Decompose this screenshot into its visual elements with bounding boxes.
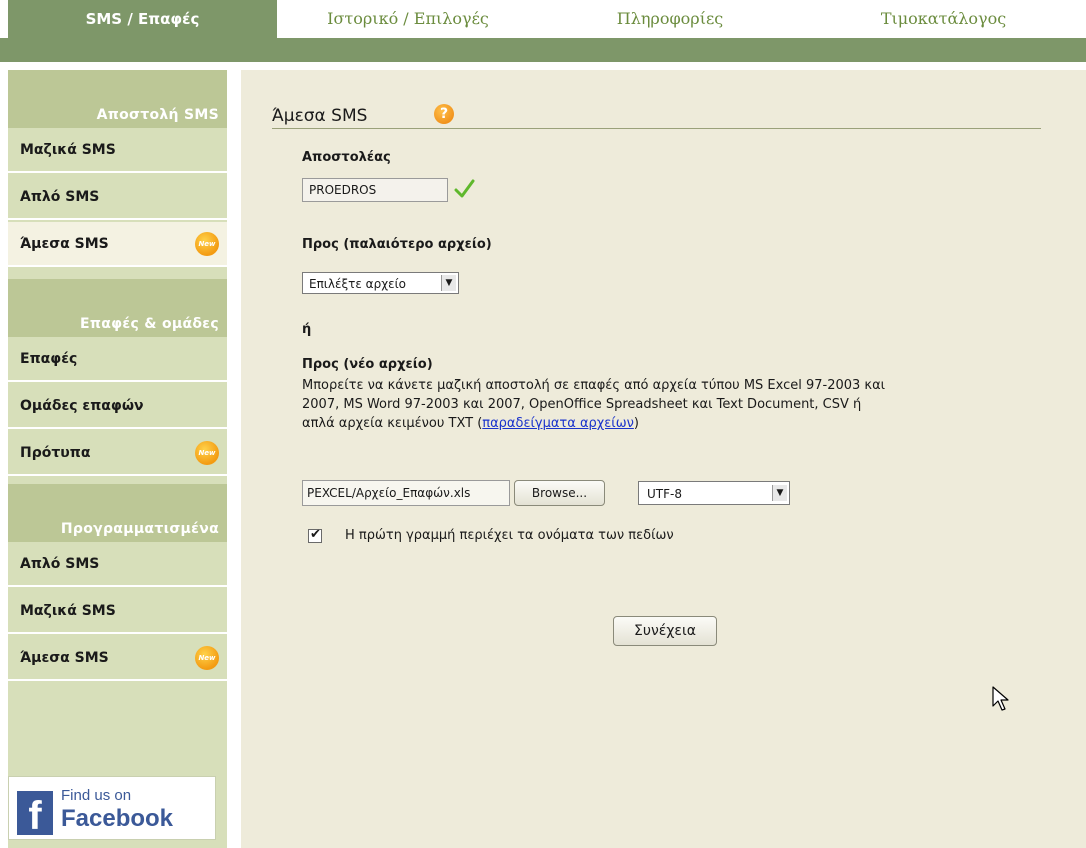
tab-pricing[interactable]: Τιμοκατάλογος (801, 0, 1086, 38)
sidebar-item-contacts[interactable]: Επαφές (8, 337, 227, 382)
sidebar-item-label: Μαζικά SMS (20, 142, 116, 158)
old-file-select[interactable]: Επιλέξτε αρχείο ▼ (302, 272, 459, 294)
sender-label: Αποστολέας (302, 150, 391, 165)
old-file-label: Προς (παλαιότερο αρχείο) (302, 237, 492, 252)
sidebar: Αποστολή SMS Μαζικά SMS Απλό SMS Άμεσα S… (8, 70, 227, 848)
header-row-checkbox[interactable]: ✔ (308, 527, 322, 543)
mouse-pointer-icon (992, 686, 1009, 711)
select-value: Επιλέξτε αρχείο (309, 277, 407, 291)
continue-button[interactable]: Συνέχεια (613, 616, 717, 646)
sidebar-item-scheduled-simple-sms[interactable]: Απλό SMS (8, 542, 227, 587)
facebook-brand: Facebook (61, 805, 174, 832)
checkmark-icon: ✔ (310, 527, 321, 542)
new-badge-icon: New (195, 646, 219, 670)
sidebar-item-label: Άμεσα SMS (20, 650, 109, 666)
sidebar-item-label: Πρότυπα (20, 445, 91, 461)
page-title: Άμεσα SMS (272, 106, 368, 126)
sidebar-item-label: Ομάδες επαφών (20, 398, 144, 414)
description-line: απλά αρχεία κειμένου TXT (παραδείγματα α… (302, 414, 1062, 433)
description-text: ) (633, 416, 639, 431)
sidebar-section-header: Επαφές & ομάδες (8, 279, 227, 337)
description-text: απλά αρχεία κειμένου TXT ( (302, 416, 483, 431)
facebook-text: Find us on (61, 787, 132, 804)
tab-info[interactable]: Πληροφορίες (539, 0, 801, 38)
sender-input[interactable] (302, 178, 448, 202)
top-navigation: SMS / Επαφές Ιστορικό / Επιλογές Πληροφο… (0, 0, 1086, 62)
select-value: UTF-8 (647, 487, 682, 501)
section-title: Αποστολή SMS (96, 107, 219, 123)
sidebar-section-header: Αποστολή SMS (8, 70, 227, 128)
sidebar-item-label: Μαζικά SMS (20, 603, 116, 619)
new-file-label: Προς (νέο αρχείο) (302, 357, 433, 372)
sidebar-section-header: Προγραμματισμένα (8, 484, 227, 542)
section-title: Επαφές & ομάδες (79, 316, 219, 332)
sidebar-item-label: Απλό SMS (20, 189, 100, 205)
chevron-down-icon: ▼ (441, 275, 456, 291)
header-row-checkbox-label: Η πρώτη γραμμή περιέχει τα ονόματα των π… (345, 528, 674, 543)
sidebar-item-templates[interactable]: Πρότυπα New (8, 431, 227, 476)
sidebar-item-label: Άμεσα SMS (20, 236, 109, 252)
facebook-link[interactable]: f Find us on Facebook (8, 776, 216, 840)
new-badge-icon: New (195, 441, 219, 465)
new-badge-icon: New (195, 232, 219, 256)
sidebar-item-contact-groups[interactable]: Ομάδες επαφών (8, 384, 227, 429)
check-icon (454, 179, 475, 198)
main-content: Άμεσα SMS ? Αποστολέας Προς (παλαιότερο … (241, 70, 1086, 848)
title-row: Άμεσα SMS ? (272, 102, 1041, 129)
sidebar-item-scheduled-bulk-sms[interactable]: Μαζικά SMS (8, 589, 227, 634)
sidebar-item-label: Επαφές (20, 351, 78, 367)
description: Μπορείτε να κάνετε μαζική αποστολή σε επ… (302, 376, 1062, 433)
encoding-select[interactable]: UTF-8 ▼ (638, 481, 790, 505)
nav-bar (0, 38, 1086, 62)
sidebar-item-bulk-sms[interactable]: Μαζικά SMS (8, 128, 227, 173)
sample-files-link[interactable]: παραδείγματα αρχείων (482, 416, 634, 431)
file-path-input[interactable]: PEXCEL/Αρχείο_Επαφών.xls (302, 480, 510, 506)
description-line: Μπορείτε να κάνετε μαζική αποστολή σε επ… (302, 378, 886, 393)
tab-sms-contacts[interactable]: SMS / Επαφές (8, 0, 277, 38)
help-icon[interactable]: ? (434, 104, 454, 124)
section-title: Προγραμματισμένα (60, 521, 219, 537)
sidebar-item-simple-sms[interactable]: Απλό SMS (8, 175, 227, 220)
browse-button[interactable]: Browse... (514, 480, 605, 506)
sidebar-item-instant-sms[interactable]: Άμεσα SMS New (8, 222, 227, 267)
sidebar-item-scheduled-instant-sms[interactable]: Άμεσα SMS New (8, 636, 227, 681)
nav-tabs: SMS / Επαφές Ιστορικό / Επιλογές Πληροφο… (0, 0, 1086, 38)
facebook-icon: f (17, 791, 53, 838)
chevron-down-icon: ▼ (772, 485, 787, 501)
or-text: ή (302, 322, 312, 337)
description-line: 2007, MS Word 97-2003 και 2007, OpenOffi… (302, 397, 862, 412)
tab-history-options[interactable]: Ιστορικό / Επιλογές (277, 0, 539, 38)
sidebar-item-label: Απλό SMS (20, 556, 100, 572)
